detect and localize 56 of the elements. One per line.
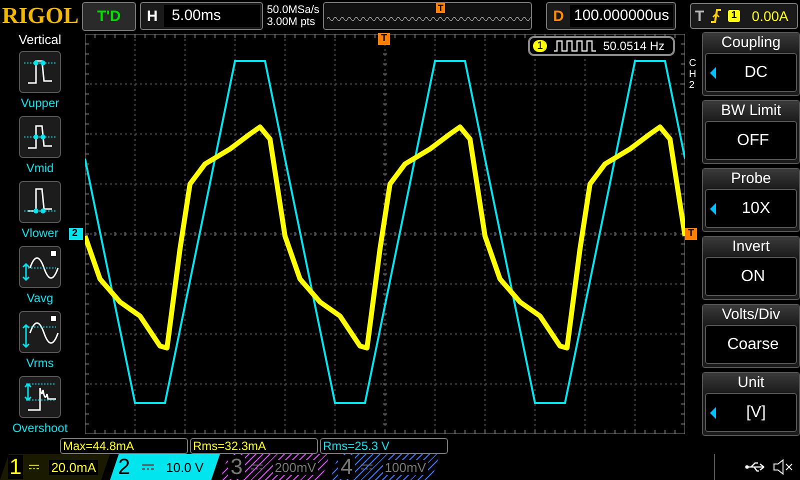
measurement-result: Rms=32.3mA bbox=[190, 438, 318, 454]
softkey-button[interactable]: Coupling DC bbox=[702, 32, 800, 96]
dc-coupling-icon bbox=[29, 464, 40, 470]
softkey-button[interactable]: Volts/Div Coarse bbox=[702, 304, 800, 368]
channel-indicator[interactable]: 3 200mV bbox=[220, 454, 330, 480]
left-arrow-icon bbox=[710, 406, 716, 418]
trigger-level: 0.00A bbox=[752, 8, 788, 24]
softkey-button[interactable]: Unit [V] bbox=[702, 372, 800, 436]
usb-icon bbox=[745, 461, 767, 473]
softkey-value: OFF bbox=[736, 132, 770, 150]
brand-logo: RIGOL bbox=[2, 3, 78, 29]
trigger-level-marker: T bbox=[685, 228, 698, 240]
delay-label: D bbox=[552, 8, 566, 24]
left-arrow-icon bbox=[710, 66, 716, 78]
softkey-title: Volts/Div bbox=[703, 305, 799, 325]
delay-value: 100.000000us bbox=[570, 5, 674, 27]
trigger-label: T bbox=[695, 8, 704, 24]
softkey-value: [V] bbox=[745, 404, 767, 422]
trigger-position-marker: T bbox=[436, 3, 446, 13]
trigger-status: T'D bbox=[82, 2, 136, 30]
left-arrow-icon bbox=[710, 202, 716, 214]
rms-measure-icon bbox=[20, 313, 60, 351]
measurement-result: Rms=25.3 V bbox=[320, 438, 448, 454]
speaker-muted-icon bbox=[773, 459, 793, 475]
softkey-value: ON bbox=[740, 268, 766, 286]
measurement-result: Max=44.8mA bbox=[60, 438, 188, 454]
trigger-source: 1 bbox=[728, 10, 740, 22]
channel-2-marker: 2 bbox=[69, 228, 83, 240]
softkey-value: DC bbox=[743, 64, 769, 82]
rising-edge-icon bbox=[710, 8, 722, 24]
timebase-value: 5.00ms bbox=[164, 5, 260, 27]
softkey-title: Unit bbox=[703, 373, 799, 393]
frequency-value: 50.0514 Hz bbox=[603, 39, 665, 53]
square-wave-icon bbox=[553, 40, 598, 52]
softkey-value: 10X bbox=[740, 200, 772, 218]
softkey-title: BW Limit bbox=[703, 101, 799, 121]
channel-indicator[interactable]: 2 10.0 V bbox=[110, 454, 220, 480]
softkey-title: Probe bbox=[703, 169, 799, 189]
trigger-position-marker: T bbox=[378, 33, 390, 45]
softkey-title: Invert bbox=[703, 237, 799, 257]
dc-coupling-icon bbox=[142, 464, 154, 470]
softkey-title: Coupling bbox=[703, 33, 799, 53]
dc-coupling-icon bbox=[251, 464, 263, 470]
channel-indicator[interactable]: 4 100mV bbox=[330, 454, 440, 480]
memory-depth: 3.00M pts bbox=[266, 16, 316, 28]
dc-coupling-icon bbox=[361, 464, 373, 470]
channel-label: CH2 bbox=[689, 58, 698, 91]
horizontal-label: H bbox=[146, 8, 159, 24]
softkey-button[interactable]: Probe 10X bbox=[702, 168, 800, 232]
softkey-button[interactable]: Invert ON bbox=[702, 236, 800, 300]
channel-indicator[interactable]: 1 20.0mA bbox=[0, 454, 110, 480]
sample-rate: 50.0MSa/s bbox=[266, 4, 319, 16]
channel-badge: 1 bbox=[533, 40, 548, 52]
menu-title: Vertical bbox=[18, 32, 62, 48]
softkey-button[interactable]: BW Limit OFF bbox=[702, 100, 800, 164]
softkey-value: Coarse bbox=[726, 336, 780, 354]
